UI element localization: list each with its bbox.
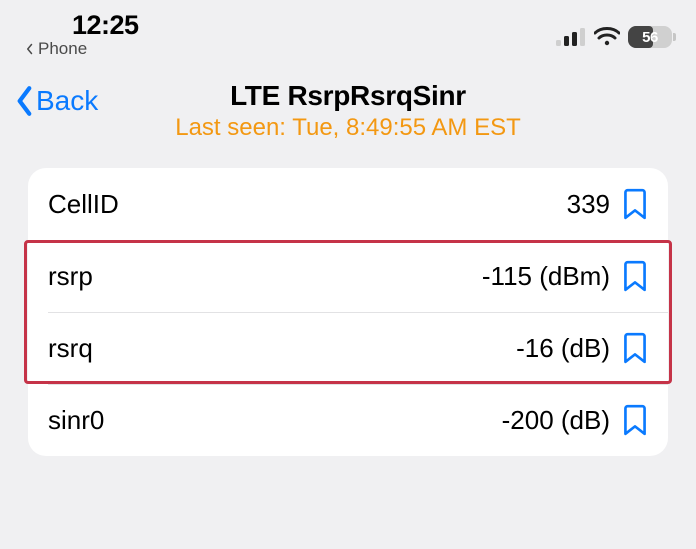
back-button-label: Back	[36, 85, 98, 117]
battery-indicator: 56	[628, 26, 672, 48]
wifi-icon	[594, 27, 620, 47]
bookmark-button[interactable]	[622, 403, 648, 437]
bookmark-button[interactable]	[622, 259, 648, 293]
back-button[interactable]: Back	[8, 80, 104, 122]
chevron-left-icon	[14, 84, 36, 118]
page-subtitle: Last seen: Tue, 8:49:55 AM EST	[0, 114, 696, 142]
metric-label: rsrq	[48, 333, 93, 364]
breadcrumb-back-app-label: Phone	[38, 39, 87, 59]
table-row: rsrq -16 (dB)	[28, 312, 668, 384]
bookmark-icon	[622, 403, 648, 437]
table-row: rsrp -115 (dBm)	[28, 240, 668, 312]
caret-left-icon	[24, 43, 36, 55]
bookmark-icon	[622, 331, 648, 365]
nav-header: Back LTE RsrpRsrqSinr Last seen: Tue, 8:…	[0, 58, 696, 128]
table-row: sinr0 -200 (dB)	[28, 384, 668, 456]
cellular-signal-icon	[556, 28, 586, 46]
metric-value: 339	[567, 189, 622, 220]
bookmark-icon	[622, 259, 648, 293]
metric-label: sinr0	[48, 405, 104, 436]
metric-value: -200 (dB)	[502, 405, 622, 436]
page-title: LTE RsrpRsrqSinr	[0, 80, 696, 112]
metric-value: -16 (dB)	[516, 333, 622, 364]
status-clock: 12:25	[24, 10, 139, 41]
status-bar: 12:25 Phone 56	[0, 0, 696, 58]
battery-percent: 56	[642, 29, 658, 46]
table-row: CellID 339	[28, 168, 668, 240]
breadcrumb-back-app[interactable]: Phone	[24, 39, 139, 59]
bookmark-icon	[622, 187, 648, 221]
metric-label: rsrp	[48, 261, 93, 292]
metric-label: CellID	[48, 189, 119, 220]
bookmark-button[interactable]	[622, 331, 648, 365]
bookmark-button[interactable]	[622, 187, 648, 221]
metrics-table: CellID 339 rsrp -115 (dBm) rsrq -16 (dB)…	[28, 168, 668, 456]
metric-value: -115 (dBm)	[482, 261, 622, 292]
